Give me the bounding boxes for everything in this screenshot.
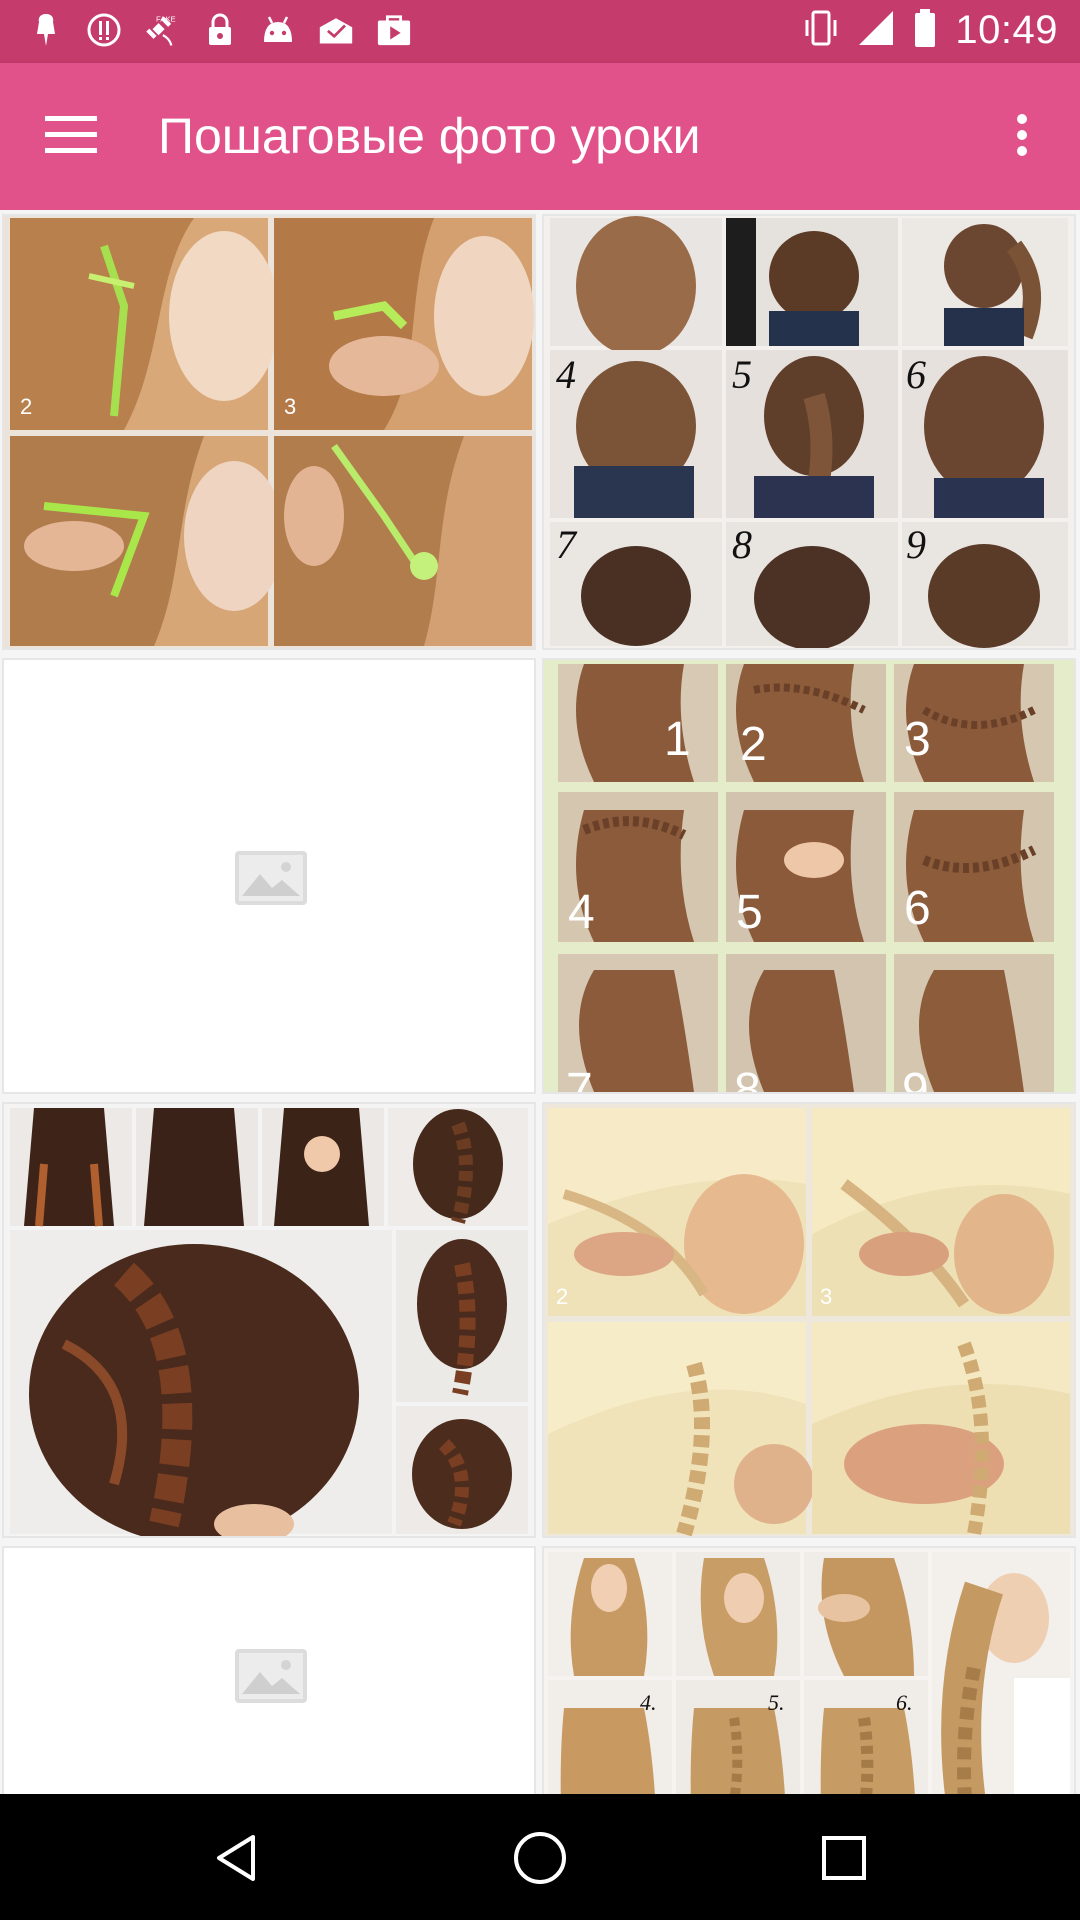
tutorial-image: 4. 5. 6. bbox=[544, 1548, 1074, 1794]
satellite-icon: FAKE bbox=[144, 12, 180, 48]
tutorial-card-ribbon-braid[interactable]: 2 3 bbox=[2, 214, 536, 650]
tutorial-image bbox=[4, 1104, 534, 1536]
step-label: 3 bbox=[820, 1284, 832, 1309]
step-label: 5 bbox=[736, 886, 763, 939]
tutorial-card-placeholder[interactable] bbox=[2, 658, 536, 1094]
step-label: 4. bbox=[640, 1690, 657, 1715]
navigation-bar bbox=[0, 1794, 1080, 1920]
step-label: 4 bbox=[568, 886, 595, 939]
step-label: 6 bbox=[906, 352, 926, 397]
android-icon bbox=[260, 12, 296, 48]
step-label: 3 bbox=[284, 394, 296, 419]
step-label: 6. bbox=[896, 1690, 913, 1715]
step-label: 9 bbox=[906, 522, 926, 567]
tutorial-grid: 2 3 4 5 6 7 8 9 1 2 3 4 5 6 7 8 9 2 3 4.… bbox=[0, 210, 1080, 1794]
step-label: 2 bbox=[20, 394, 32, 419]
tutorial-image: 1 2 3 4 5 6 7 8 9 bbox=[544, 660, 1074, 1092]
step-label: 7 bbox=[566, 1064, 593, 1092]
page-title: Пошаговые фото уроки bbox=[158, 108, 701, 164]
tutorial-card-blonde-braid[interactable]: 2 3 bbox=[542, 1102, 1076, 1538]
step-label: 7 bbox=[556, 522, 578, 567]
status-bar: FAKE 10:49 bbox=[0, 0, 1080, 63]
tutorial-card-messy-bun[interactable]: 4 5 6 7 8 9 bbox=[542, 214, 1076, 650]
home-icon[interactable] bbox=[504, 1822, 576, 1894]
recents-icon[interactable] bbox=[808, 1822, 880, 1894]
back-icon[interactable] bbox=[200, 1822, 272, 1894]
play-store-icon bbox=[376, 12, 412, 48]
step-label: 2 bbox=[556, 1284, 568, 1309]
battery-icon bbox=[913, 8, 937, 53]
status-time: 10:49 bbox=[955, 8, 1058, 52]
step-label: 5. bbox=[768, 1690, 785, 1715]
tutorial-card-side-fishtail[interactable]: 4. 5. 6. bbox=[542, 1546, 1076, 1794]
more-vert-icon[interactable] bbox=[986, 99, 1058, 171]
step-label: 1 bbox=[664, 713, 691, 766]
step-label: 9 bbox=[902, 1064, 929, 1092]
status-icons: FAKE bbox=[28, 12, 412, 48]
vibrate-icon bbox=[803, 8, 839, 53]
tutorial-card-placeholder[interactable] bbox=[2, 1546, 536, 1794]
step-label: 4 bbox=[556, 352, 576, 397]
step-label: 8 bbox=[732, 522, 752, 567]
mail-check-icon bbox=[318, 12, 354, 48]
step-label: 2 bbox=[740, 718, 767, 771]
tutorial-card-twisted-halo[interactable]: 1 2 3 4 5 6 7 8 9 bbox=[542, 658, 1076, 1094]
step-label: 6 bbox=[904, 882, 931, 935]
image-placeholder-icon bbox=[234, 1648, 308, 1704]
lock-icon bbox=[202, 12, 238, 48]
alert-icon bbox=[86, 12, 122, 48]
app-bar: Пошаговые фото уроки bbox=[0, 63, 1080, 210]
step-label: 3 bbox=[904, 713, 931, 766]
tutorial-image: 2 3 bbox=[544, 1104, 1074, 1536]
image-placeholder-icon bbox=[234, 850, 308, 906]
signal-icon bbox=[857, 9, 895, 52]
tutorial-image: 2 3 bbox=[4, 216, 534, 648]
step-label: 8 bbox=[734, 1064, 761, 1092]
step-label: 5 bbox=[732, 352, 752, 397]
notification-pin-icon bbox=[28, 12, 64, 48]
hamburger-menu-icon[interactable] bbox=[30, 99, 112, 171]
tutorial-image: 4 5 6 7 8 9 bbox=[544, 216, 1074, 648]
status-right: 10:49 bbox=[803, 8, 1058, 53]
tutorial-card-dutch-braid[interactable] bbox=[2, 1102, 536, 1538]
